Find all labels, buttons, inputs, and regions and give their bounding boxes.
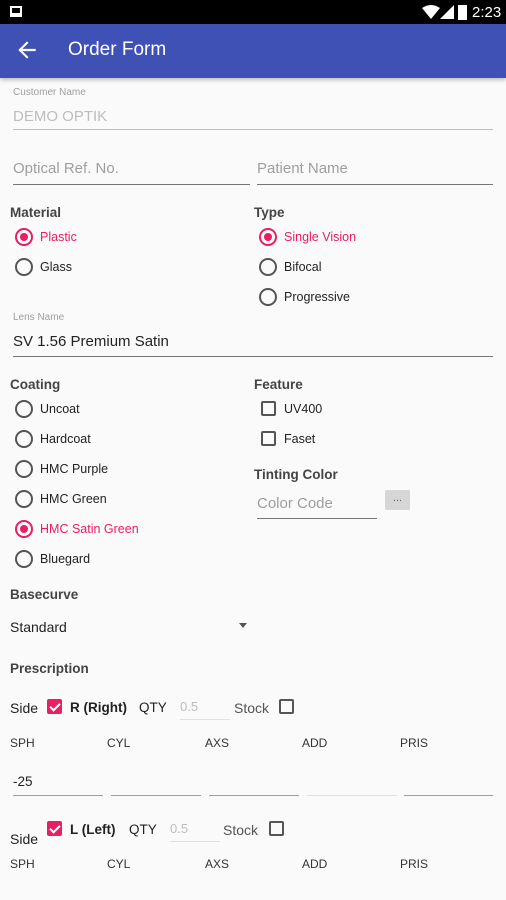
material-label: Material bbox=[10, 205, 62, 220]
stock-label-left: Stock bbox=[223, 822, 259, 838]
arrow-left-icon[interactable] bbox=[14, 37, 40, 63]
type-option-bifocal[interactable]: Bifocal bbox=[284, 260, 322, 274]
basecurve-label: Basecurve bbox=[10, 587, 79, 602]
cyl-field-right[interactable] bbox=[111, 774, 201, 796]
coating-option-bluegard[interactable]: Bluegard bbox=[40, 552, 90, 566]
screenshot-notification-icon bbox=[10, 6, 22, 17]
column-header-sph: SPH bbox=[10, 736, 35, 750]
qty-placeholder-right: 0.5 bbox=[180, 699, 199, 714]
column-header-pris: PRIS bbox=[400, 857, 429, 871]
left-eye-checkbox[interactable] bbox=[47, 821, 62, 836]
axs-field-right[interactable] bbox=[209, 774, 299, 796]
page-title: Order Form bbox=[68, 39, 167, 60]
type-option-single-vision[interactable]: Single Vision bbox=[284, 230, 356, 244]
lens-name-field[interactable]: SV 1.56 Premium Satin bbox=[13, 333, 493, 357]
material-option-plastic[interactable]: Plastic bbox=[40, 230, 77, 244]
battery-icon bbox=[458, 5, 467, 20]
lens-name-value: SV 1.56 Premium Satin bbox=[13, 333, 169, 350]
customer-name-field: DEMO OPTIK bbox=[13, 108, 493, 130]
status-time: 2:23 bbox=[472, 4, 502, 21]
side-label-right: Side bbox=[10, 700, 39, 716]
column-header-cyl: CYL bbox=[107, 736, 131, 750]
customer-name-value: DEMO OPTIK bbox=[13, 108, 108, 125]
column-header-cyl: CYL bbox=[107, 857, 131, 871]
qty-field-left[interactable]: 0.5 bbox=[170, 820, 220, 842]
type-label: Type bbox=[254, 205, 285, 220]
feature-checkbox-faset[interactable] bbox=[261, 431, 276, 446]
basecurve-select[interactable]: Standard bbox=[10, 619, 67, 635]
color-code-field[interactable]: Color Code bbox=[257, 495, 377, 519]
type-radio-progressive[interactable] bbox=[259, 288, 277, 306]
coating-option-uncoat[interactable]: Uncoat bbox=[40, 402, 80, 416]
wifi-icon bbox=[422, 5, 440, 19]
coating-radio-uncoat[interactable] bbox=[15, 400, 33, 418]
qty-label-right: QTY bbox=[139, 700, 167, 715]
customer-name-label: Customer Name bbox=[13, 87, 86, 98]
right-eye-label: R (Right) bbox=[70, 700, 127, 715]
lens-name-label: Lens Name bbox=[13, 312, 65, 323]
coating-option-hmc-purple[interactable]: HMC Purple bbox=[40, 462, 108, 476]
stock-label-right: Stock bbox=[234, 700, 270, 716]
material-radio-plastic[interactable] bbox=[15, 228, 33, 246]
status-bar: 2:23 bbox=[0, 0, 506, 24]
material-radio-glass[interactable] bbox=[15, 258, 33, 276]
optical-ref-placeholder: Optical Ref. No. bbox=[13, 160, 119, 177]
qty-placeholder-left: 0.5 bbox=[170, 821, 189, 836]
coating-radio-hardcoat[interactable] bbox=[15, 430, 33, 448]
qty-label-left: QTY bbox=[129, 822, 157, 837]
add-field-right[interactable] bbox=[307, 774, 397, 796]
coating-option-hardcoat[interactable]: Hardcoat bbox=[40, 432, 91, 446]
coating-radio-hmc-green[interactable] bbox=[15, 490, 33, 508]
column-header-add: ADD bbox=[302, 736, 328, 750]
qty-field-right[interactable]: 0.5 bbox=[180, 698, 230, 720]
column-header-pris: PRIS bbox=[400, 736, 429, 750]
patient-name-placeholder: Patient Name bbox=[257, 160, 348, 177]
left-eye-label: L (Left) bbox=[70, 822, 116, 837]
side-label-left: Side bbox=[10, 831, 39, 847]
sph-field-right[interactable]: -25 bbox=[13, 774, 103, 796]
column-header-axs: AXS bbox=[205, 857, 230, 871]
prescription-label: Prescription bbox=[10, 661, 89, 676]
coating-label: Coating bbox=[10, 377, 61, 392]
chevron-down-icon[interactable] bbox=[239, 623, 247, 628]
column-header-add: ADD bbox=[302, 857, 328, 871]
type-radio-bifocal[interactable] bbox=[259, 258, 277, 276]
feature-option-uv400[interactable]: UV400 bbox=[284, 402, 322, 416]
patient-name-field[interactable]: Patient Name bbox=[257, 160, 493, 185]
coating-radio-hmc-satin-green[interactable] bbox=[15, 520, 33, 538]
color-picker-button[interactable]: ... bbox=[385, 490, 410, 510]
material-option-glass[interactable]: Glass bbox=[40, 260, 72, 274]
tinting-color-label: Tinting Color bbox=[254, 467, 338, 482]
coating-radio-bluegard[interactable] bbox=[15, 550, 33, 568]
coating-option-hmc-green[interactable]: HMC Green bbox=[40, 492, 107, 506]
feature-label: Feature bbox=[254, 377, 303, 392]
app-bar: Order Form bbox=[0, 24, 506, 78]
type-radio-single-vision[interactable] bbox=[259, 228, 277, 246]
optical-ref-field[interactable]: Optical Ref. No. bbox=[13, 160, 250, 185]
sph-value-right: -25 bbox=[13, 774, 33, 789]
feature-option-faset[interactable]: Faset bbox=[284, 432, 315, 446]
stock-checkbox-right[interactable] bbox=[279, 699, 294, 714]
right-eye-checkbox[interactable] bbox=[47, 699, 62, 714]
coating-radio-hmc-purple[interactable] bbox=[15, 460, 33, 478]
column-header-sph: SPH bbox=[10, 857, 35, 871]
signal-icon bbox=[440, 5, 454, 19]
column-header-axs: AXS bbox=[205, 736, 230, 750]
type-option-progressive[interactable]: Progressive bbox=[284, 290, 350, 304]
color-code-placeholder: Color Code bbox=[257, 495, 333, 512]
stock-checkbox-left[interactable] bbox=[269, 821, 284, 836]
pris-field-right[interactable] bbox=[404, 774, 493, 796]
feature-checkbox-uv400[interactable] bbox=[261, 401, 276, 416]
coating-option-hmc-satin-green[interactable]: HMC Satin Green bbox=[40, 522, 139, 536]
